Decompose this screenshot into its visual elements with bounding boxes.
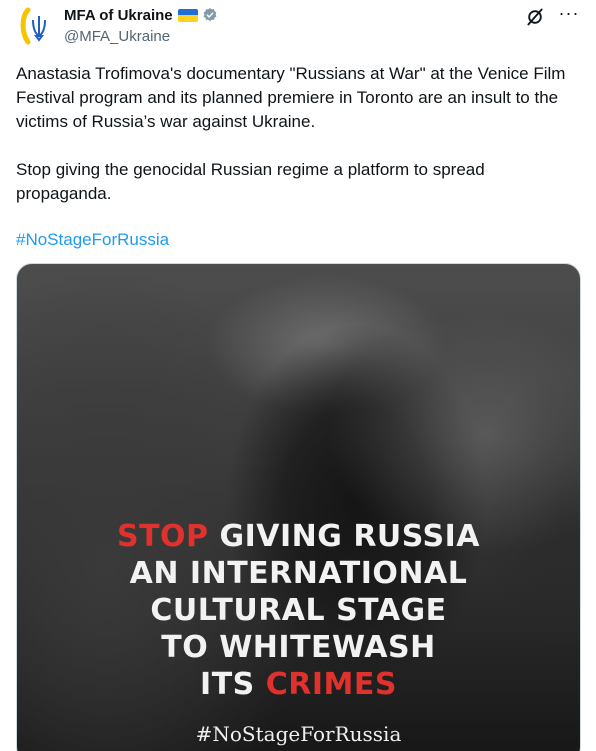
slogan-line-2: AN INTERNATIONAL (129, 556, 468, 591)
avatar[interactable] (16, 6, 56, 46)
slogan-line-1: STOP GIVING RUSSIA (17, 518, 580, 555)
ukraine-flag-icon (177, 8, 198, 22)
media-hashtag: #NoStageForRussia (195, 722, 402, 746)
author-info: MFA of Ukraine @MFA_Ukraine (64, 5, 218, 45)
author-name[interactable]: MFA of Ukraine (64, 7, 173, 24)
slogan-line-1-rest: GIVING RUSSIA (208, 519, 481, 554)
grok-icon[interactable] (524, 6, 546, 28)
tweet-top-actions: ··· (524, 4, 580, 28)
author-handle[interactable]: @MFA_Ukraine (64, 28, 218, 45)
slogan-line-3: CULTURAL STAGE (150, 593, 447, 628)
slogan-its: ITS (200, 667, 266, 702)
tweet-media-image[interactable]: STOP GIVING RUSSIA AN INTERNATIONAL CULT… (16, 263, 581, 751)
tweet-paragraph-1: Anastasia Trofimova's documentary "Russi… (16, 64, 566, 131)
verified-badge-icon (203, 8, 217, 22)
tweet-text: Anastasia Trofimova's documentary "Russi… (16, 62, 581, 206)
slogan-stop: STOP (116, 519, 209, 554)
hashtag-link[interactable]: #NoStageForRussia (16, 228, 169, 252)
slogan-line-4: TO WHITEWASH (161, 630, 436, 665)
media-slogan: STOP GIVING RUSSIA AN INTERNATIONAL CULT… (17, 518, 580, 703)
slogan-crimes: CRIMES (265, 667, 397, 702)
ukraine-trident-icon (20, 7, 46, 45)
slogan-line-5: ITS CRIMES (17, 666, 580, 703)
more-options-button[interactable]: ··· (558, 4, 580, 28)
tweet-paragraph-2: Stop giving the genocidal Russian regime… (16, 160, 485, 203)
